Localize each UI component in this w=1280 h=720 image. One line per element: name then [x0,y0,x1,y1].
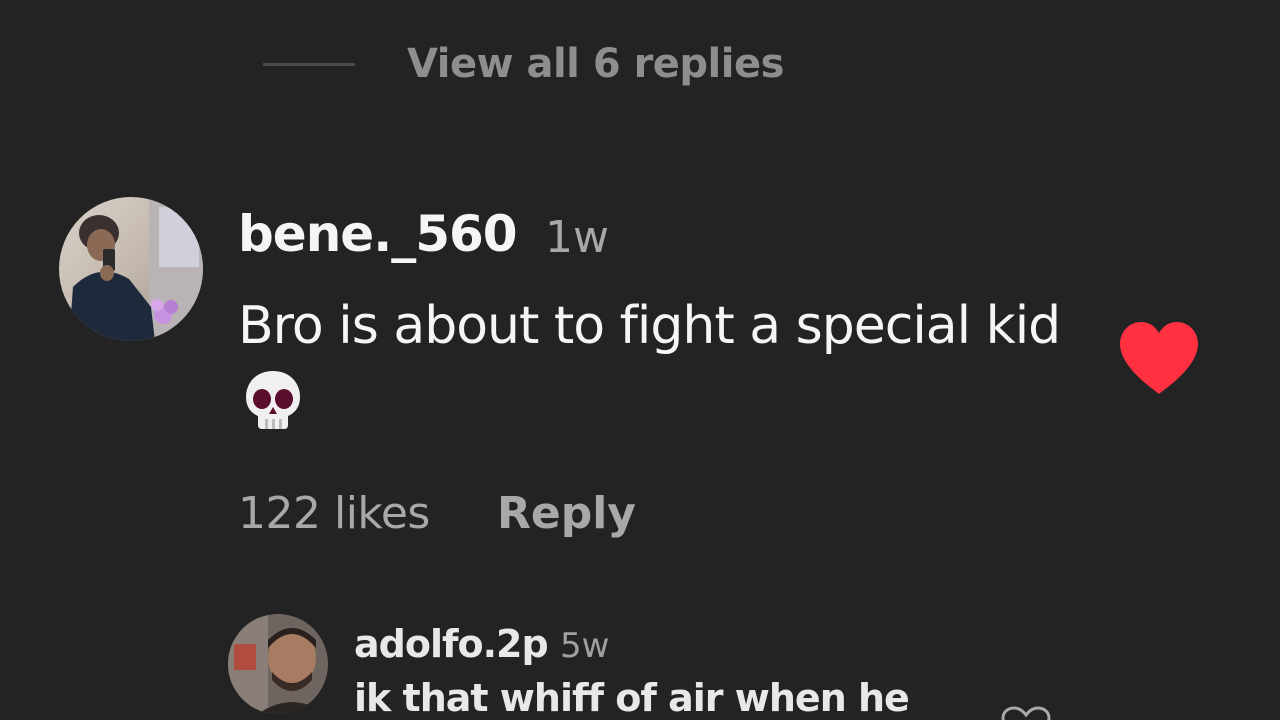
replies-divider-line [263,62,355,66]
comment-body: Bro is about to fight a special kid [238,296,1061,356]
likes-count[interactable]: 122 likes [238,488,430,539]
comment-text: Bro is about to fight a special kid [238,285,1078,457]
skull-emoji-icon [240,367,306,457]
avatar[interactable] [59,197,203,341]
reply-avatar[interactable] [228,614,328,714]
heart-icon[interactable] [1116,320,1202,396]
reply-heart-outline-icon[interactable] [1000,706,1052,720]
view-replies-toggle[interactable]: View all 6 replies [263,36,784,92]
comments-panel: View all 6 replies bene._560 1w Bro is a… [0,0,1280,720]
reply-text: ik that whiff of air when he [354,676,910,720]
reply-button[interactable]: Reply [497,488,636,539]
comment-username[interactable]: bene._560 [238,205,518,263]
view-replies-label: View all 6 replies [407,41,784,87]
comment-timestamp[interactable]: 1w [545,212,609,263]
reply-timestamp[interactable]: 5w [560,626,609,666]
reply-username[interactable]: adolfo.2p [354,622,549,666]
